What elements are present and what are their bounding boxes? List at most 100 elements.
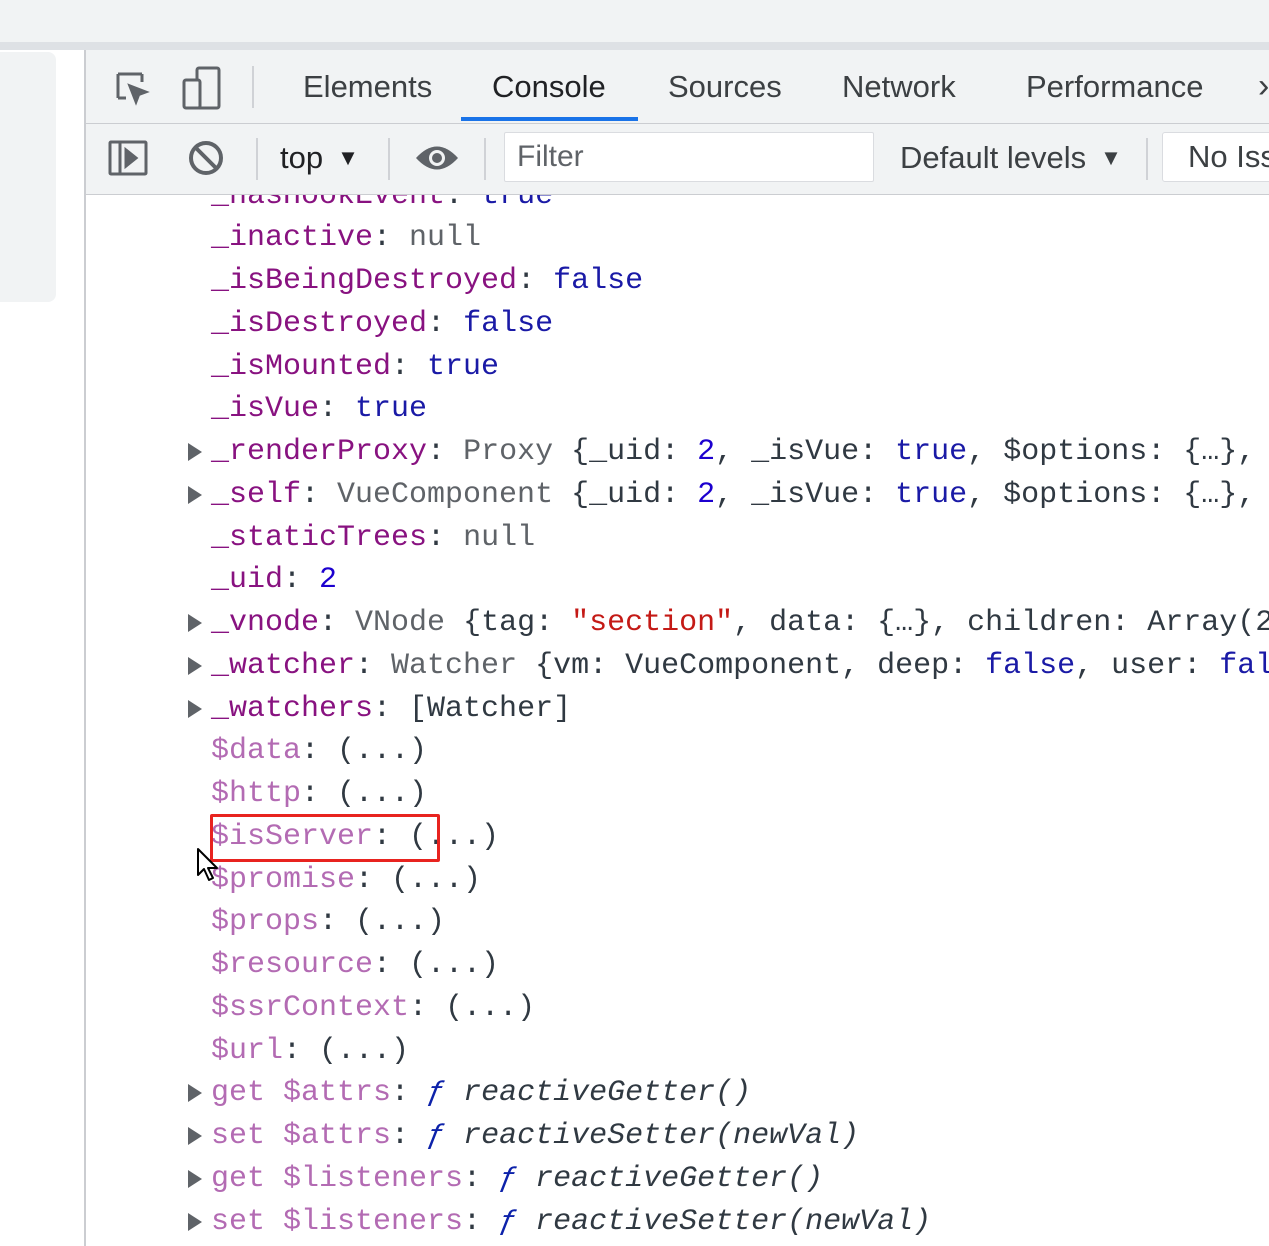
browser-divider [0,42,1269,50]
property-value: true [427,349,500,384]
expand-triangle-icon[interactable] [188,602,204,645]
toolbar-separator [484,138,486,180]
clear-console-icon[interactable] [184,136,228,180]
property-value: (...) [445,990,536,1025]
key-separator: : [319,392,356,427]
property-key: $props [211,905,320,940]
property-text: _isDestroyed: false [211,307,553,341]
page-side-panel [0,52,56,302]
property-key: $data [211,734,302,769]
property-key: _isBeingDestroyed [211,264,518,298]
property-text: $http: (...) [211,777,427,811]
context-selector[interactable]: top ▼ [280,132,359,184]
property-value: {_uid: [571,477,698,512]
property-value: Watcher [391,648,536,683]
devtools-tab-bar: Elements Console Sources Network Perform… [86,50,1269,124]
key-separator: : [355,648,392,683]
expand-triangle-icon[interactable] [188,1115,204,1158]
property-text: _hasHookEvent: true [211,195,553,213]
key-separator: : [427,520,464,555]
live-expression-eye-icon[interactable] [412,136,462,180]
property-text: _vnode: VNode {tag: "section", data: {…}… [211,606,1269,640]
property-value: true [895,477,968,512]
property-text: _staticTrees: null [211,521,535,555]
property-key: _hasHookEvent [211,195,446,213]
tab-network[interactable]: Network [842,50,956,123]
inspect-element-icon[interactable] [110,66,154,110]
property-key: $ssrContext [211,990,410,1025]
tab-performance[interactable]: Performance [1026,50,1203,123]
property-text: _isBeingDestroyed: false [211,264,643,298]
key-separator: : [283,1033,320,1068]
property-value: true [895,435,968,469]
console-filter-input[interactable] [504,132,874,182]
tab-elements[interactable]: Elements [303,50,432,123]
expand-triangle-icon[interactable] [188,1200,204,1243]
property-value: ƒ [499,1161,536,1196]
property-text: _isVue: true [211,392,427,426]
property-text: set $attrs: ƒ reactiveSetter(newVal) [211,1119,859,1153]
expand-triangle-icon[interactable] [188,473,204,516]
property-key: set $listeners [211,1204,464,1239]
toolbar-separator [388,138,390,180]
key-separator: : [445,195,482,213]
property-key: _isVue [211,392,320,427]
property-text: _inactive: null [211,221,481,255]
tab-console[interactable]: Console [492,50,606,123]
property-value: fals [1219,648,1269,683]
property-value: VueComponent [337,477,572,512]
expand-triangle-icon[interactable] [188,1157,204,1200]
key-separator: : [427,306,464,341]
property-text: $resource: (...) [211,948,499,982]
context-label: top [280,140,324,175]
more-tabs-chevron-icon[interactable]: › [1258,50,1269,123]
toolbar-separator [1146,138,1148,180]
property-value: (...) [319,1033,410,1068]
tab-sources[interactable]: Sources [668,50,782,123]
device-toolbar-icon[interactable] [180,64,224,112]
property-text: $props: (...) [211,905,445,939]
property-value: (...) [409,948,500,982]
property-key: $url [211,1033,284,1068]
property-key: _uid [211,563,284,598]
key-separator: : [283,563,320,598]
property-value: false [463,306,554,341]
issues-button[interactable]: No Issues [1162,132,1269,182]
expand-triangle-icon[interactable] [188,687,204,730]
property-text: get $attrs: ƒ reactiveGetter() [211,1076,751,1110]
property-value: VNode [355,606,464,640]
property-text: _isMounted: true [211,350,499,384]
log-levels-dropdown[interactable]: Default levels ▼ [900,132,1122,184]
property-key: _vnode [211,606,320,640]
property-value: true [481,195,554,213]
property-key: _watcher [211,648,356,683]
key-separator: : [301,734,338,769]
key-separator: : [373,691,410,726]
expand-triangle-icon[interactable] [188,1072,204,1115]
property-value: (...) [337,734,428,769]
key-separator: : [319,905,356,940]
property-text: get $listeners: ƒ reactiveGetter() [211,1162,823,1196]
property-text: set $listeners: ƒ reactiveSetter(newVal) [211,1205,931,1239]
property-key: _watchers [211,691,374,726]
expand-triangle-icon[interactable] [188,431,204,474]
property-key: $resource [211,948,374,982]
property-value: 2 [697,477,716,512]
key-separator: : [319,606,356,640]
property-value: (...) [355,905,446,940]
property-key: _renderProxy [211,435,428,469]
property-value: (...) [391,862,482,897]
property-key: _inactive [211,221,374,256]
property-key: get $attrs [211,1076,392,1111]
property-value: ƒ [427,1119,464,1153]
property-value: "section" [571,606,734,640]
key-separator: : [517,264,554,298]
key-separator: : [301,777,338,811]
expand-triangle-icon[interactable] [188,644,204,687]
levels-label: Default levels [900,140,1087,175]
show-sidebar-icon[interactable] [106,136,150,180]
property-value: (...) [337,777,428,811]
property-value: , user: [1075,648,1220,683]
tabbar-separator [252,66,254,108]
property-key: _isMounted [211,349,392,384]
